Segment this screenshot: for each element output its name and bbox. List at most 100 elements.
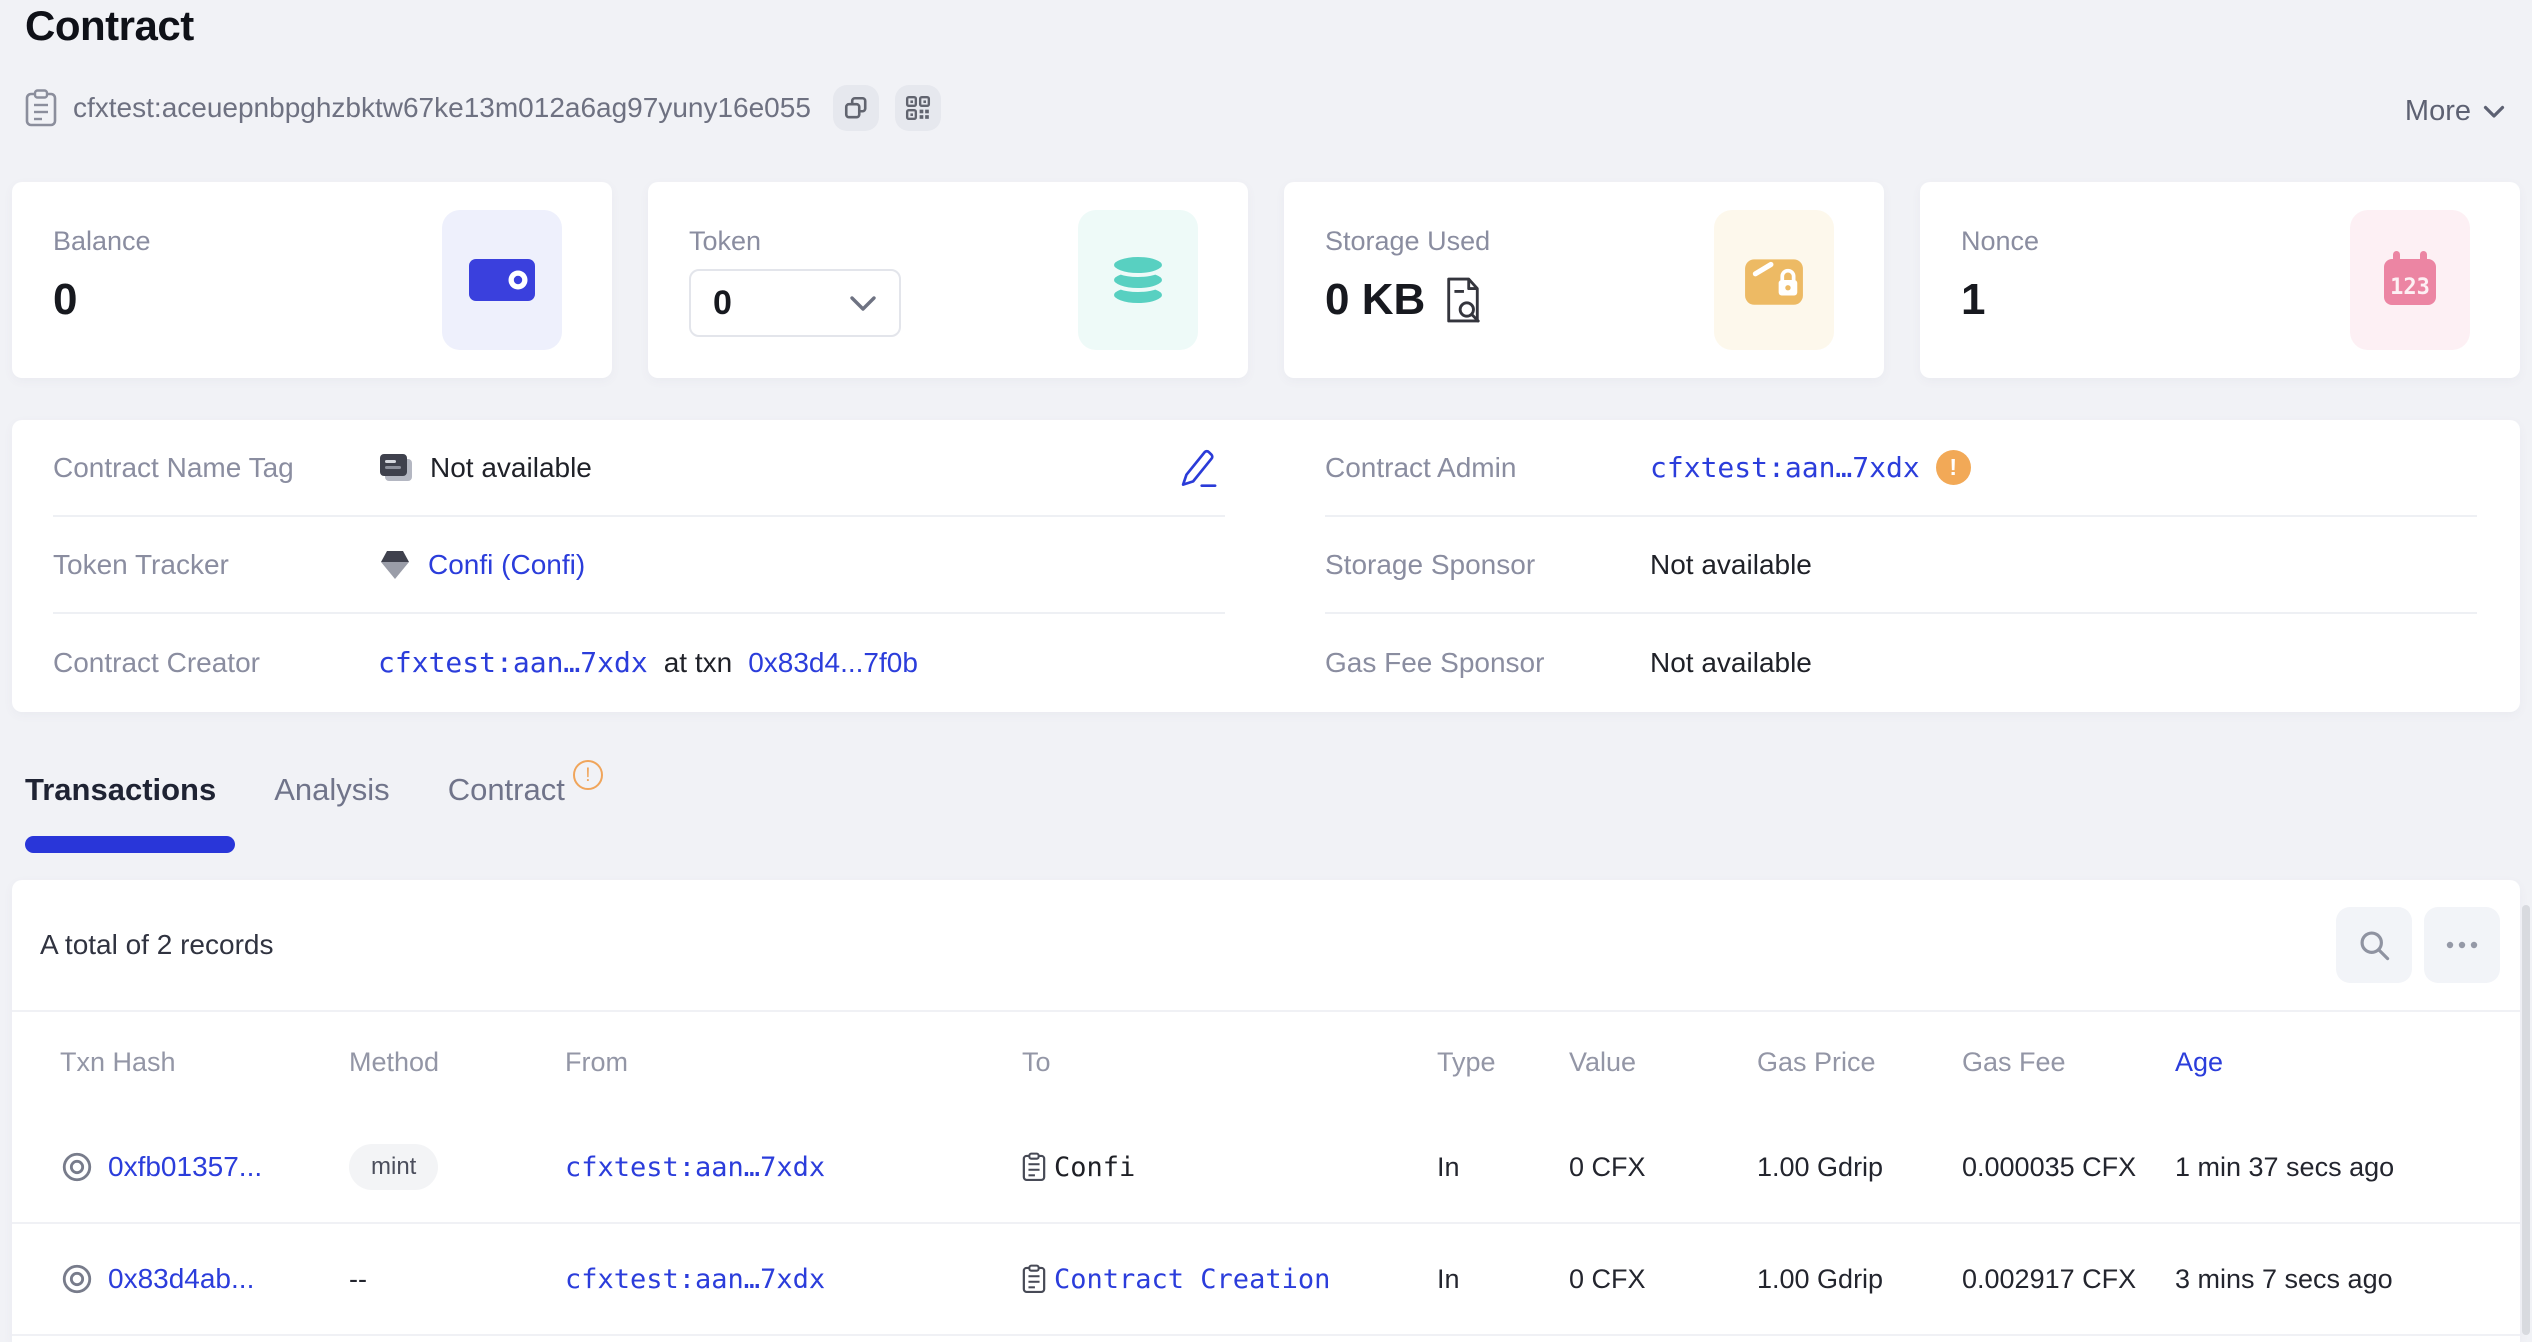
txn-type: In: [1437, 1151, 1460, 1182]
contract-admin-row: Contract Admin cfxtest:aan…7xdx !: [1325, 420, 2477, 517]
txn-gas-fee: 0.000035 CFX: [1962, 1151, 2137, 1182]
qr-code-icon: [905, 95, 931, 121]
txn-value: 0 CFX: [1569, 1151, 1646, 1182]
to-contract-creation-link[interactable]: Contract Creation: [1054, 1264, 1330, 1295]
page-title: Contract: [25, 2, 194, 49]
token-select-value: 0: [713, 283, 732, 322]
tab-contract[interactable]: Contract!: [447, 760, 603, 842]
to-contract-name: Confi: [1054, 1151, 1136, 1183]
col-method: Method: [349, 1046, 440, 1077]
col-gas-fee: Gas Fee: [1962, 1046, 2066, 1077]
tab-contract-label: Contract: [447, 772, 565, 807]
col-value: Value: [1569, 1046, 1637, 1077]
more-dropdown[interactable]: More: [2405, 95, 2505, 128]
contract-name-tag-value: Not available: [430, 451, 592, 483]
txn-hash-link[interactable]: 0x83d4ab...: [108, 1263, 254, 1295]
edit-name-tag-button[interactable]: [1175, 446, 1217, 490]
method-badge: mint: [349, 1144, 439, 1190]
txn-age: 1 min 37 secs ago: [2175, 1151, 2395, 1182]
page-scrollbar[interactable]: [2522, 905, 2530, 1335]
col-from: From: [565, 1046, 628, 1077]
eye-icon[interactable]: [60, 1150, 94, 1184]
token-select[interactable]: 0: [689, 269, 901, 337]
token-stack-icon: [1078, 210, 1198, 350]
from-address-link[interactable]: cfxtest:aan…7xdx: [565, 1152, 825, 1183]
search-icon: [2357, 928, 2391, 962]
copy-icon: [843, 95, 869, 121]
contract-doc-icon: [25, 89, 57, 127]
tab-analysis[interactable]: Analysis: [274, 772, 389, 842]
storage-card: Storage Used 0 KB: [1284, 182, 1884, 378]
wallet-icon: [442, 210, 562, 350]
creator-txn-link[interactable]: 0x83d4...7f0b: [748, 647, 918, 679]
admin-address-link[interactable]: cfxtest:aan…7xdx: [1650, 451, 1920, 484]
nonce-calendar-icon: 123: [2350, 210, 2470, 350]
txn-gas-price: 1.00 Gdrip: [1757, 1263, 1884, 1294]
txn-hash-link[interactable]: 0xfb01357...: [108, 1151, 262, 1183]
table-search-button[interactable]: [2336, 907, 2412, 983]
stat-cards: Balance 0 Token 0 Storage Used 0 KB Nonc…: [12, 182, 2520, 378]
table-more-button[interactable]: [2424, 907, 2500, 983]
txn-type: In: [1437, 1263, 1460, 1294]
creator-middle-text: at txn: [663, 646, 733, 678]
col-gas-price: Gas Price: [1757, 1046, 1876, 1077]
nonce-card: Nonce 1 123: [1920, 182, 2520, 378]
token-tracker-row: Token Tracker Confi (Confi): [53, 517, 1225, 614]
tab-transactions[interactable]: Transactions: [25, 772, 235, 853]
contract-creator-label: Contract Creator: [53, 646, 260, 678]
contract-doc-icon: [1022, 1152, 1046, 1182]
tab-transactions-label: Transactions: [25, 772, 217, 807]
contract-info-panel: Contract Name Tag Not available Token Tr…: [12, 420, 2520, 712]
table-row: 0xfb01357... mint cfxtest:aan…7xdx Confi…: [12, 1112, 2520, 1224]
copy-address-button[interactable]: [832, 85, 879, 131]
tab-bar: Transactions Analysis Contract!: [25, 760, 603, 853]
txn-gas-fee: 0.002917 CFX: [1962, 1263, 2137, 1294]
table-toolbar: A total of 2 records: [12, 880, 2520, 1012]
more-label: More: [2404, 95, 2471, 127]
chevron-down-icon: [849, 295, 877, 312]
warning-icon: !: [1935, 450, 1971, 485]
contract-name-tag-label: Contract Name Tag: [53, 451, 294, 483]
chevron-down-icon: [2483, 105, 2505, 119]
contract-name-tag-row: Contract Name Tag Not available: [53, 420, 1225, 517]
contract-address: cfxtest:aceuepnbpghzbktw67ke13m012a6ag97…: [73, 92, 811, 123]
pencil-icon: [1175, 446, 1217, 490]
storage-sponsor-row: Storage Sponsor Not available: [1325, 517, 2477, 614]
from-address-link[interactable]: cfxtest:aan…7xdx: [565, 1264, 825, 1295]
txn-value: 0 CFX: [1569, 1263, 1646, 1294]
method-empty: --: [349, 1263, 367, 1294]
contract-creator-row: Contract Creator cfxtest:aan…7xdx at txn…: [53, 614, 1225, 711]
col-to: To: [1022, 1046, 1051, 1077]
eye-icon[interactable]: [60, 1262, 94, 1296]
table-row: 0x83d4ab... -- cfxtest:aan…7xdx Contract…: [12, 1224, 2520, 1336]
gas-sponsor-row: Gas Fee Sponsor Not available: [1325, 614, 2477, 711]
storage-value: 0 KB: [1325, 275, 1426, 324]
svg-text:123: 123: [2390, 275, 2430, 300]
txn-gas-price: 1.00 Gdrip: [1757, 1151, 1884, 1182]
warning-outline-icon: !: [572, 760, 603, 790]
table-header-row: Txn Hash Method From To Type Value Gas P…: [12, 1012, 2520, 1112]
creator-address-link[interactable]: cfxtest:aan…7xdx: [378, 646, 648, 679]
token-card: Token 0: [648, 182, 1248, 378]
txn-age: 3 mins 7 secs ago: [2175, 1263, 2393, 1294]
storage-detail-icon[interactable]: [1443, 276, 1483, 324]
contract-doc-icon: [1022, 1264, 1046, 1294]
gas-sponsor-label: Gas Fee Sponsor: [1325, 646, 1545, 678]
storage-box-icon: [1714, 210, 1834, 350]
ellipsis-icon: [2445, 940, 2479, 950]
token-tracker-label: Token Tracker: [53, 548, 229, 580]
token-tracker-link[interactable]: Confi (Confi): [428, 549, 585, 581]
col-txn-hash: Txn Hash: [60, 1046, 176, 1077]
col-age-sort[interactable]: Age: [2175, 1047, 2520, 1078]
token-gem-icon: [378, 548, 412, 582]
balance-card: Balance 0: [12, 182, 612, 378]
gas-sponsor-value: Not available: [1650, 646, 1812, 678]
storage-sponsor-value: Not available: [1650, 548, 1812, 580]
records-summary: A total of 2 records: [40, 929, 274, 960]
col-type: Type: [1437, 1046, 1496, 1077]
active-tab-indicator: [25, 836, 235, 853]
tab-analysis-label: Analysis: [274, 772, 390, 807]
storage-sponsor-label: Storage Sponsor: [1325, 548, 1536, 580]
qr-code-button[interactable]: [894, 85, 941, 131]
address-bar: cfxtest:aceuepnbpghzbktw67ke13m012a6ag97…: [25, 85, 941, 131]
